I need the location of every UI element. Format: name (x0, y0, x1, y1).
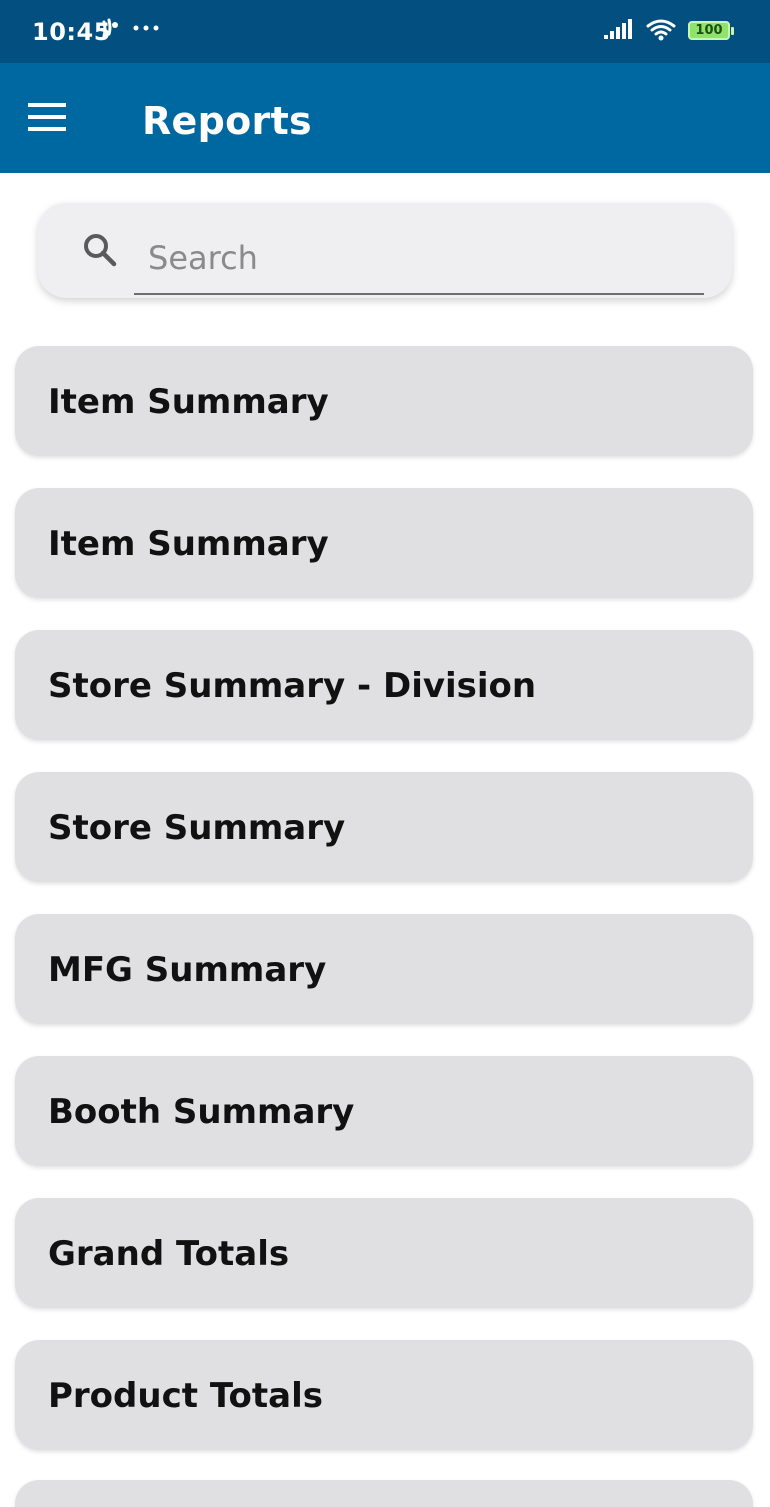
hamburger-menu-icon (28, 103, 66, 131)
report-item-label: Store Summary (48, 808, 346, 848)
report-item-label: Store Summary - Division (48, 666, 537, 706)
report-item-store-summary[interactable]: Store Summary (15, 772, 753, 882)
report-item-label: Item Summary (48, 524, 329, 564)
report-item-item-summary[interactable]: Item Summary (15, 346, 753, 456)
app-bar: Reports (0, 63, 770, 173)
report-item-grand-totals[interactable]: Grand Totals (15, 1198, 753, 1308)
report-item-label: Product Totals (48, 1376, 323, 1416)
report-item-store-summary-division[interactable]: Store Summary - Division (15, 630, 753, 740)
more-dots-icon (133, 25, 159, 31)
report-item-partial[interactable] (15, 1480, 753, 1507)
report-item-label: Booth Summary (48, 1092, 355, 1132)
notification-icon (102, 18, 118, 38)
page-title: Reports (142, 99, 312, 143)
battery-level: 100 (695, 22, 723, 38)
report-item-label: MFG Summary (48, 950, 327, 990)
report-item-label: Item Summary (48, 382, 329, 422)
search-bar (38, 203, 732, 298)
search-icon (84, 234, 117, 267)
status-notification-icons (100, 16, 160, 40)
report-item-mfg-summary[interactable]: MFG Summary (15, 914, 753, 1024)
report-item-booth-summary[interactable]: Booth Summary (15, 1056, 753, 1166)
signal-icon (604, 19, 632, 39)
status-bar: 10:45 100 (0, 0, 770, 63)
search-input[interactable] (134, 223, 704, 295)
report-item-label: Grand Totals (48, 1234, 290, 1274)
report-item-product-totals[interactable]: Product Totals (15, 1340, 753, 1450)
status-system-icons: 100 (604, 18, 734, 42)
menu-button[interactable] (28, 98, 80, 138)
report-item-item-summary-2[interactable]: Item Summary (15, 488, 753, 598)
battery-icon: 100 (688, 20, 734, 40)
wifi-icon (646, 19, 676, 41)
